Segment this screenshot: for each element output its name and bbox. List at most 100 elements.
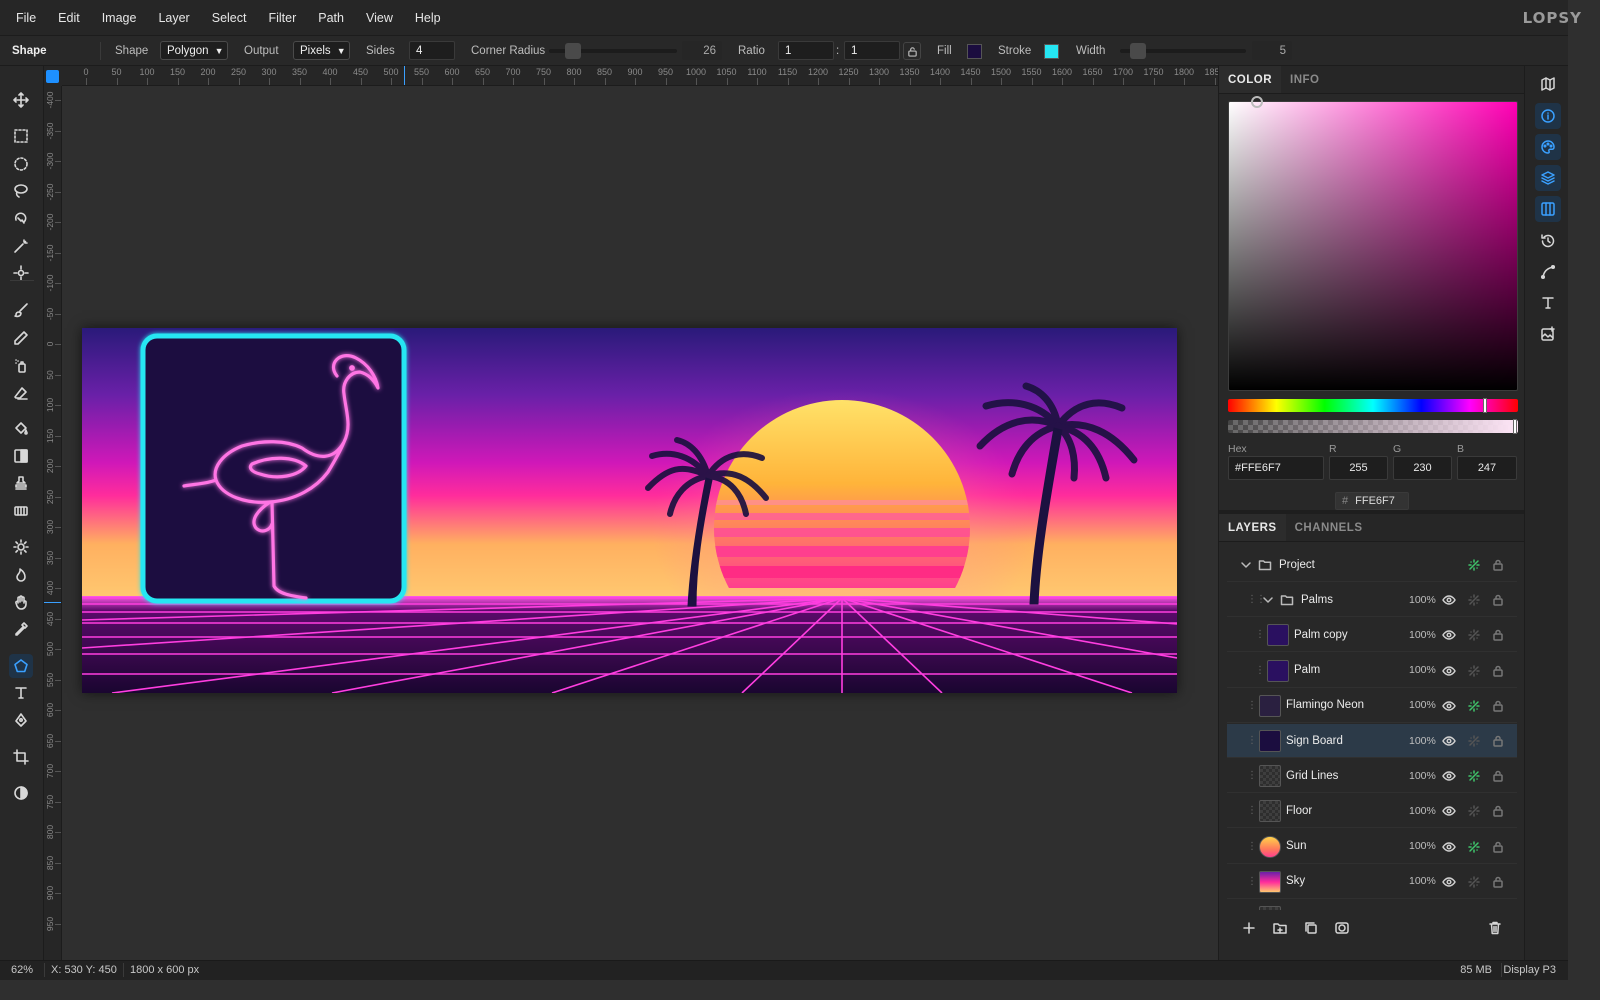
lock-icon[interactable]	[1491, 664, 1505, 678]
delete-layer-button[interactable]	[1487, 920, 1503, 936]
vertical-ruler[interactable]: -400 -350 -300 -250 -200 -150 -100 -50 0 50 100 150…	[44, 86, 62, 960]
tab-color[interactable]: COLOR	[1219, 66, 1282, 93]
eye-icon[interactable]	[1442, 628, 1456, 642]
b-input[interactable]: 247	[1457, 456, 1517, 480]
swatches-panel-button[interactable]	[1535, 196, 1561, 222]
burn-tool[interactable]	[9, 563, 33, 587]
hue-handle[interactable]	[1483, 398, 1487, 413]
layer-name[interactable]: Palm	[1294, 664, 1320, 676]
output-select[interactable]: Pixels ▼	[293, 41, 350, 60]
pen-tool[interactable]	[9, 708, 33, 732]
lasso-tool[interactable]	[9, 179, 33, 203]
layer-name[interactable]: Palm copy	[1294, 629, 1348, 641]
layer-name[interactable]: Palms	[1301, 594, 1333, 606]
fx-icon[interactable]	[1467, 558, 1481, 572]
lock-icon[interactable]	[1491, 734, 1505, 748]
layer-opacity[interactable]: 100%	[1409, 875, 1436, 887]
layer-row[interactable]: ⋮⋮ Palm 100%	[1227, 654, 1517, 688]
menu-file[interactable]: File	[0, 11, 47, 25]
eye-icon[interactable]	[1442, 734, 1456, 748]
crop-tool[interactable]	[9, 745, 33, 769]
duplicate-layer-button[interactable]	[1303, 920, 1319, 936]
layer-name[interactable]: Project	[1279, 559, 1315, 571]
tab-info[interactable]: INFO	[1281, 66, 1328, 93]
menu-help[interactable]: Help	[404, 11, 452, 25]
eye-icon[interactable]	[1442, 699, 1456, 713]
layer-opacity[interactable]: 100%	[1409, 699, 1436, 711]
horizontal-ruler[interactable]: 0 50 100 150 200 250 300 350 400 450 500 550 600 650 7…	[62, 66, 1218, 86]
hex-chip[interactable]: # FFE6F7	[1335, 492, 1409, 510]
lock-icon[interactable]	[1491, 804, 1505, 818]
lock-icon[interactable]	[1491, 769, 1505, 783]
eye-icon[interactable]	[1442, 804, 1456, 818]
layer-row[interactable]: Project	[1227, 548, 1517, 582]
eraser-tool[interactable]	[9, 381, 33, 405]
menu-image[interactable]: Image	[91, 11, 148, 25]
layer-row[interactable]	[1227, 900, 1517, 910]
lock-ratio-button[interactable]	[903, 42, 921, 60]
eye-icon[interactable]	[1442, 769, 1456, 783]
move-tool[interactable]	[9, 88, 33, 112]
fill-color-swatch[interactable]	[967, 44, 982, 59]
brush-tool[interactable]	[9, 298, 33, 322]
lock-icon[interactable]	[1491, 875, 1505, 889]
info-panel-button[interactable]	[1535, 103, 1561, 129]
layer-opacity[interactable]: 100%	[1409, 629, 1436, 641]
zoom-level[interactable]: 62%	[11, 964, 33, 976]
layer-opacity[interactable]: 100%	[1409, 735, 1436, 747]
bucket-tool[interactable]	[9, 416, 33, 440]
layer-row[interactable]: ⋮⋮ Sign Board 100%	[1227, 724, 1517, 758]
eyedropper-tool[interactable]	[9, 617, 33, 641]
layer-name[interactable]: Flamingo Neon	[1286, 699, 1364, 711]
lock-icon[interactable]	[1491, 840, 1505, 854]
saturation-value-picker[interactable]	[1228, 96, 1518, 391]
fx-icon[interactable]	[1467, 699, 1481, 713]
layer-mask-button[interactable]	[1334, 920, 1350, 936]
layer-opacity[interactable]: 100%	[1409, 805, 1436, 817]
lock-icon[interactable]	[1491, 558, 1505, 572]
stroke-width-value[interactable]: 5	[1252, 41, 1292, 60]
layer-row[interactable]: ⋮⋮ Palms 100%	[1227, 583, 1517, 618]
menu-layer[interactable]: Layer	[147, 11, 200, 25]
menu-edit[interactable]: Edit	[47, 11, 91, 25]
lock-icon[interactable]	[1491, 699, 1505, 713]
layer-name[interactable]: Sky	[1286, 875, 1305, 887]
character-panel-button[interactable]	[1535, 290, 1561, 316]
lock-icon[interactable]	[1491, 628, 1505, 642]
layer-opacity[interactable]: 100%	[1409, 664, 1436, 676]
hue-slider[interactable]	[1228, 398, 1518, 413]
image-panel-button[interactable]	[1535, 321, 1561, 347]
alpha-slider[interactable]	[1228, 419, 1518, 434]
fx-icon[interactable]	[1467, 769, 1481, 783]
quick-select-tool[interactable]	[9, 261, 33, 285]
corner-radius-value[interactable]: 26	[682, 41, 722, 60]
stroke-width-handle[interactable]	[1130, 43, 1146, 59]
alpha-handle[interactable]	[1513, 419, 1517, 434]
corner-radius-handle[interactable]	[565, 43, 581, 59]
document-canvas[interactable]	[81, 328, 1178, 694]
ruler-origin-marker[interactable]	[46, 70, 59, 83]
layer-opacity[interactable]: 100%	[1409, 594, 1436, 606]
rect-select-tool[interactable]	[9, 124, 33, 148]
stroke-color-swatch[interactable]	[1044, 44, 1059, 59]
layer-name[interactable]: Grid Lines	[1286, 770, 1338, 782]
tab-channels[interactable]: CHANNELS	[1286, 514, 1372, 541]
fx-icon[interactable]	[1467, 875, 1481, 889]
sides-input[interactable]: 4	[409, 41, 455, 60]
menu-filter[interactable]: Filter	[257, 11, 307, 25]
layer-row[interactable]: ⋮⋮ Floor 100%	[1227, 794, 1517, 829]
magnetic-lasso-tool[interactable]	[9, 206, 33, 230]
contrast-tool[interactable]	[9, 781, 33, 805]
spray-tool[interactable]	[9, 353, 33, 377]
pattern-tool[interactable]	[9, 499, 33, 523]
fx-icon[interactable]	[1467, 664, 1481, 678]
eye-icon[interactable]	[1442, 593, 1456, 607]
layer-row[interactable]: ⋮⋮ Sky 100%	[1227, 865, 1517, 899]
layer-row[interactable]: ⋮⋮ Palm copy 100%	[1227, 618, 1517, 653]
lock-icon[interactable]	[1491, 593, 1505, 607]
dodge-tool[interactable]	[9, 535, 33, 559]
fx-icon[interactable]	[1467, 628, 1481, 642]
layer-name[interactable]: Sign Board	[1286, 735, 1343, 747]
fx-icon[interactable]	[1467, 804, 1481, 818]
r-input[interactable]: 255	[1329, 456, 1388, 480]
